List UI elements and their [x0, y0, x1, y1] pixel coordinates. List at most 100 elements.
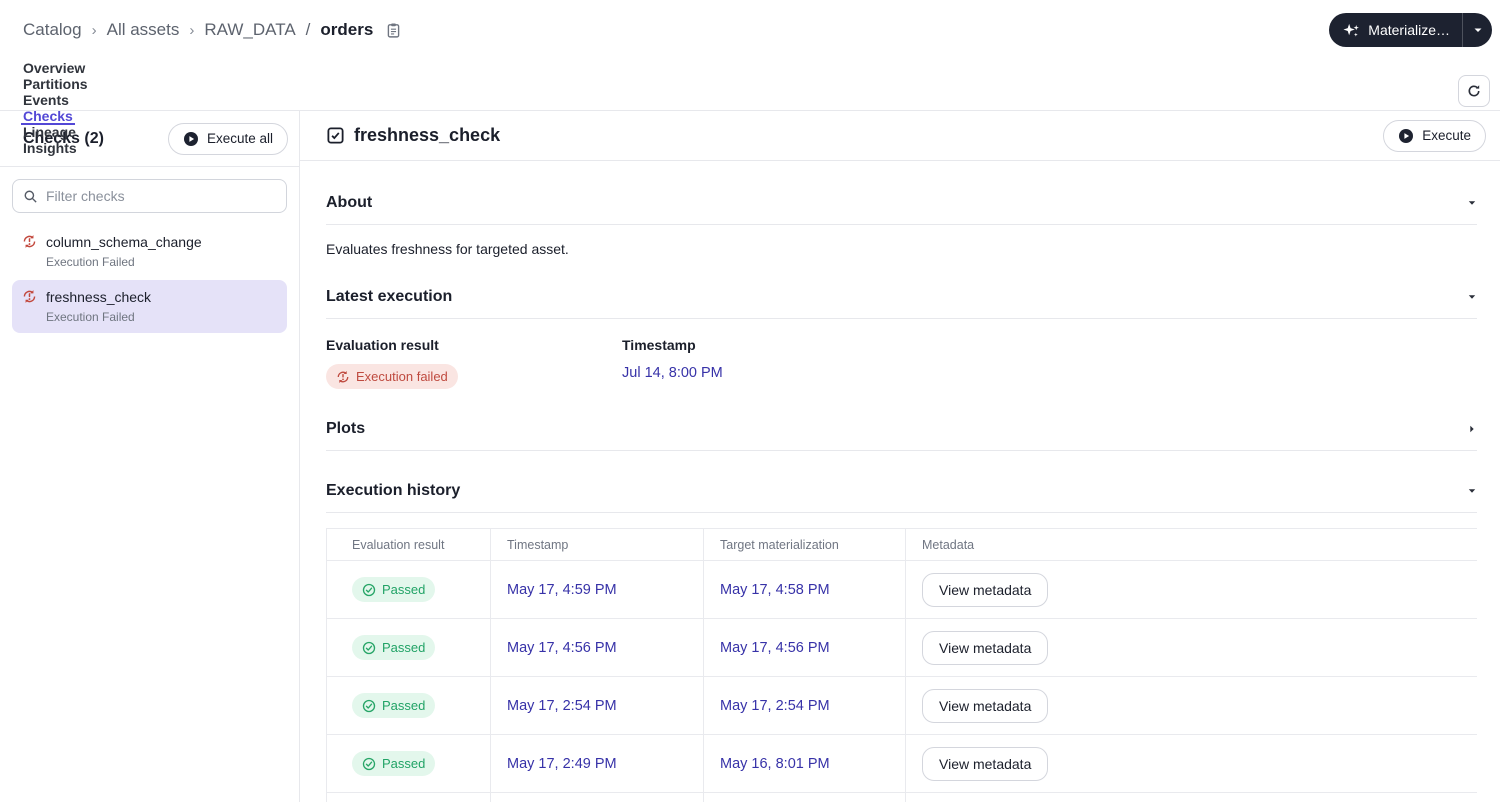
latest-execution-section-header[interactable]: Latest execution [326, 275, 1477, 319]
tab-partitions[interactable]: Partitions [11, 76, 100, 92]
target-materialization-link[interactable]: May 17, 4:56 PM [720, 640, 830, 656]
tab-events[interactable]: Events [11, 92, 81, 108]
check-name: column_schema_change [46, 234, 202, 250]
refresh-icon [1466, 83, 1482, 99]
materialize-dropdown-button[interactable] [1462, 13, 1492, 47]
plots-section-header[interactable]: Plots [326, 407, 1477, 451]
about-description: Evaluates freshness for targeted asset. [326, 241, 569, 257]
latest-timestamp-link[interactable]: Jul 14, 8:00 PM [622, 365, 723, 381]
check-status: Execution Failed [46, 310, 135, 324]
chevron-right-icon[interactable] [1467, 424, 1477, 434]
view-metadata-button[interactable]: View metadata [922, 630, 1049, 665]
tab-bar: Overview Partitions Events Checks Lineag… [0, 60, 1500, 156]
chevron-down-icon[interactable] [1467, 198, 1477, 208]
timestamp-link[interactable]: May 17, 4:56 PM [507, 640, 617, 656]
check-list: column_schema_change Execution Failed fr… [0, 225, 299, 333]
execution-history-section-header[interactable]: Execution history [326, 469, 1477, 513]
check-detail-panel: freshness_check Execute About Evaluates … [300, 111, 1500, 802]
chevron-down-icon[interactable] [1467, 292, 1477, 302]
column-header: Target materialization [703, 528, 906, 561]
table-row: Passed May 17, 2:49 PM May 16, 8:01 PM V… [326, 734, 1477, 793]
target-materialization-link[interactable]: May 17, 4:58 PM [720, 582, 830, 598]
play-circle-icon [1398, 128, 1414, 144]
about-heading: About [326, 193, 373, 211]
execution-history-table: Evaluation result Timestamp Target materia… [326, 528, 1477, 802]
check-box-icon [327, 127, 344, 144]
checks-sidebar: Checks (2) Execute all column_schema_ch [0, 111, 300, 802]
timestamp-link[interactable]: May 17, 2:54 PM [507, 698, 617, 714]
materialize-button[interactable]: Materialize… [1329, 13, 1462, 47]
about-section-header[interactable]: About [326, 181, 1477, 225]
breadcrumb-all-assets[interactable]: All assets [107, 20, 180, 40]
view-metadata-button[interactable]: View metadata [922, 746, 1049, 781]
passed-badge: Passed [352, 751, 436, 776]
table-row: Passed May 17, 2:54 PM May 17, 2:54 PM V… [326, 676, 1477, 735]
check-circle-icon [362, 757, 376, 771]
chevron-down-icon[interactable] [1467, 486, 1477, 496]
breadcrumb-asset: orders [320, 20, 374, 39]
plots-heading: Plots [326, 419, 366, 437]
check-circle-icon [362, 583, 376, 597]
passed-label: Passed [382, 640, 426, 655]
timestamp-label: Timestamp [622, 337, 696, 353]
breadcrumb-separator: › [189, 21, 195, 39]
execution-history-heading: Execution history [326, 481, 461, 499]
target-materialization-link[interactable]: May 17, 2:54 PM [720, 698, 830, 714]
filter-checks-input[interactable] [46, 188, 276, 204]
play-circle-icon [183, 131, 199, 147]
materialize-label: Materialize… [1368, 22, 1450, 38]
execute-all-label: Execute all [206, 131, 273, 146]
view-metadata-button[interactable]: View metadata [922, 688, 1049, 723]
check-circle-icon [362, 641, 376, 655]
column-header: Evaluation result [326, 528, 491, 561]
sparkle-icon [1343, 22, 1360, 39]
sync-problem-icon [22, 234, 37, 271]
execute-all-button[interactable]: Execute all [167, 122, 288, 155]
materialize-button-group: Materialize… [1329, 13, 1492, 47]
column-header: Metadata [905, 528, 1477, 561]
passed-badge: Passed [352, 577, 436, 602]
column-header: Timestamp [490, 528, 704, 561]
breadcrumb-separator: › [91, 21, 97, 39]
passed-label: Passed [382, 698, 426, 713]
search-icon [23, 189, 38, 204]
passed-label: Passed [382, 756, 426, 771]
check-name: freshness_check [46, 289, 152, 305]
view-metadata-button[interactable]: View metadata [922, 572, 1049, 607]
execute-label: Execute [1422, 128, 1471, 143]
execution-failed-label: Execution failed [356, 369, 448, 384]
chevron-down-icon [1473, 26, 1483, 34]
check-title: freshness_check [354, 125, 501, 145]
passed-label: Passed [382, 582, 426, 597]
refresh-button[interactable] [1458, 75, 1490, 107]
tab-checks[interactable]: Checks [11, 108, 85, 125]
breadcrumb: Catalog › All assets › RAW_DATA / orders [23, 20, 402, 40]
passed-badge: Passed [352, 693, 436, 718]
table-row: Passed May 17, 4:56 PM May 17, 4:56 PM V… [326, 618, 1477, 677]
table-row [326, 792, 1477, 802]
sync-problem-icon [22, 289, 37, 326]
tab-overview[interactable]: Overview [11, 60, 97, 76]
check-list-item-freshness_check[interactable]: freshness_check Execution Failed [12, 280, 287, 333]
filter-checks-field [12, 179, 287, 213]
timestamp-link[interactable]: May 17, 4:59 PM [507, 582, 617, 598]
tab-lineage[interactable]: Lineage [11, 124, 88, 140]
timestamp-link[interactable]: May 17, 2:49 PM [507, 756, 617, 772]
sync-problem-icon [336, 370, 350, 384]
check-list-item-column_schema_change[interactable]: column_schema_change Execution Failed [12, 225, 287, 278]
evaluation-result-label: Evaluation result [326, 337, 439, 353]
table-row: Passed May 17, 4:59 PM May 17, 4:58 PM V… [326, 560, 1477, 619]
check-circle-icon [362, 699, 376, 713]
copy-icon[interactable] [385, 22, 402, 39]
execute-button[interactable]: Execute [1383, 119, 1486, 152]
latest-execution-heading: Latest execution [326, 287, 453, 305]
tab-insights[interactable]: Insights [11, 140, 89, 156]
topbar: Catalog › All assets › RAW_DATA / orders… [0, 0, 1500, 60]
breadcrumb-catalog[interactable]: Catalog [23, 20, 82, 40]
target-materialization-link[interactable]: May 16, 8:01 PM [720, 756, 830, 772]
passed-badge: Passed [352, 635, 436, 660]
execution-failed-badge: Execution failed [326, 364, 458, 389]
check-status: Execution Failed [46, 255, 135, 269]
breadcrumb-slash: / [305, 20, 311, 39]
breadcrumb-group[interactable]: RAW_DATA [204, 20, 295, 40]
